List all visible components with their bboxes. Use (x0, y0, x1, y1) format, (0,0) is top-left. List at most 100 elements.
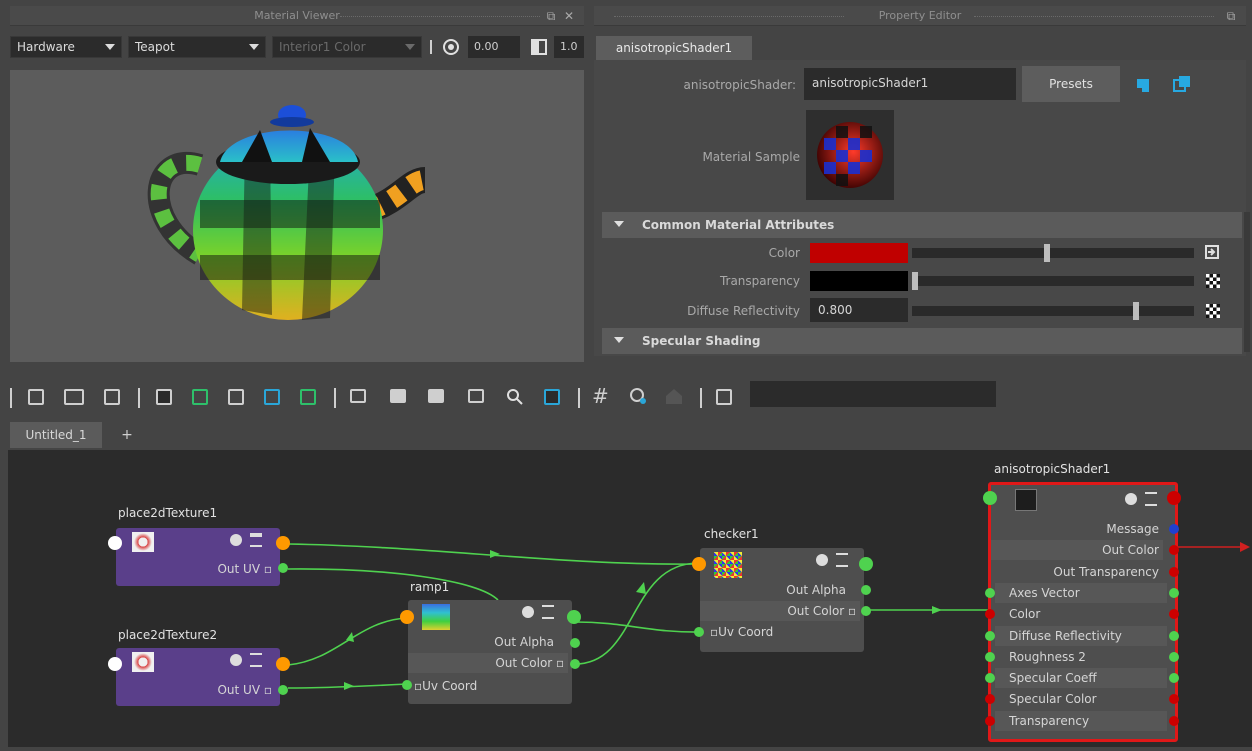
shader-port-diffuse-reflectivity[interactable]: Diffuse Reflectivity (995, 625, 1167, 646)
frame-icon[interactable] (716, 389, 732, 405)
shader-port-color[interactable]: Color (995, 604, 1167, 624)
out-color-output-port[interactable] (861, 606, 871, 616)
full-mode-icon[interactable] (428, 389, 444, 403)
connected-mode-icon[interactable] (390, 389, 406, 403)
snap-icon[interactable] (628, 386, 648, 406)
close-icon[interactable]: ✕ (562, 9, 576, 23)
out-uv-port[interactable]: Out UV ▫ (116, 559, 272, 579)
node-menu-icon[interactable] (542, 605, 554, 619)
transparency-slider-handle[interactable] (912, 272, 918, 290)
gamma-icon[interactable] (530, 38, 548, 56)
tab-untitled-1[interactable]: Untitled_1 (10, 422, 102, 448)
map-texture-icon[interactable] (1206, 304, 1220, 318)
add-tab-button[interactable]: + (114, 422, 140, 448)
tab-anisotropicshader1[interactable]: anisotropicShader1 (596, 36, 752, 60)
transparency-swatch[interactable] (810, 271, 908, 291)
clear-graph-icon[interactable] (300, 389, 316, 405)
simple-mode-icon[interactable] (350, 389, 366, 403)
input-output-connections-icon[interactable] (64, 389, 84, 405)
color-swatch[interactable] (810, 243, 908, 263)
geometry-dropdown[interactable]: Teapot (128, 36, 266, 58)
node-output-port[interactable] (1167, 491, 1181, 505)
diffuse-slider-handle[interactable] (1132, 302, 1139, 320)
node-output-port[interactable] (276, 536, 290, 550)
map-texture-icon[interactable] (1206, 274, 1220, 288)
place2dtexture1-node[interactable]: Out UV ▫ (116, 528, 280, 586)
node-input-port[interactable] (108, 657, 122, 671)
add-selected-icon[interactable] (192, 389, 208, 405)
shader-port-specular-color[interactable]: Specular Color (995, 689, 1167, 709)
custom-mode-icon[interactable] (468, 389, 484, 403)
gamma-field[interactable]: 1.0 (554, 36, 584, 58)
shader-output-port[interactable] (1169, 524, 1179, 534)
shader-input-port[interactable] (1169, 587, 1179, 598)
common-material-attributes-header[interactable]: Common Material Attributes (602, 212, 1242, 238)
node-mode-icon[interactable] (230, 534, 242, 546)
specular-shading-header[interactable]: Specular Shading (602, 328, 1242, 354)
graph-materials-icon[interactable] (156, 389, 172, 405)
uv-coord-input-port[interactable] (402, 680, 412, 690)
node-menu-icon[interactable] (836, 553, 848, 567)
out-alpha-output-port[interactable] (861, 585, 871, 595)
grid-icon[interactable]: # (592, 384, 609, 408)
out-color-port[interactable]: Out Color ▫ (700, 601, 860, 621)
place2dtexture2-node[interactable]: Out UV ▫ (116, 648, 280, 706)
node-input-port[interactable] (983, 491, 997, 505)
shader-output-port[interactable] (1169, 566, 1179, 577)
shader-port-out-color[interactable]: Out Color (991, 540, 1163, 561)
node-mode-icon[interactable] (230, 654, 242, 666)
checker1-node[interactable]: Out Alpha Out Color ▫ ▫Uv Coord (700, 548, 864, 652)
node-graph-canvas[interactable]: place2dTexture1 Out UV ▫ place2dTexture2… (8, 450, 1252, 747)
diffuse-value-field[interactable]: 0.800 (810, 298, 908, 322)
shader-input-port[interactable] (1169, 630, 1179, 641)
node-search-field[interactable] (750, 381, 996, 407)
environment-dropdown[interactable]: Interior1 Color (272, 36, 422, 58)
uv-coord-input-port[interactable] (694, 627, 704, 637)
shader-port-axes-vector[interactable]: Axes Vector (995, 582, 1167, 603)
shader-port-specular-coeff[interactable]: Specular Coeff (995, 668, 1167, 689)
out-alpha-port[interactable]: Out Alpha (700, 580, 846, 600)
out-alpha-output-port[interactable] (570, 638, 580, 648)
out-uv-output-port[interactable] (278, 563, 288, 573)
material-preview-viewport[interactable] (10, 70, 584, 362)
float-panel-icon[interactable]: ⧉ (1224, 9, 1238, 23)
property-editor-scrollbar[interactable] (1244, 212, 1250, 352)
color-slider-handle[interactable] (1044, 244, 1051, 262)
node-mode-icon[interactable] (1125, 493, 1137, 505)
exposure-icon[interactable] (442, 38, 460, 56)
connect-map-icon[interactable] (1204, 243, 1222, 261)
presets-button[interactable]: Presets (1022, 66, 1120, 102)
out-uv-port[interactable]: Out UV ▫ (116, 680, 272, 700)
node-mode-icon[interactable] (522, 606, 534, 618)
shader-port-out-transparency[interactable]: Out Transparency (991, 562, 1163, 582)
ramp1-node[interactable]: Out Alpha Out Color ▫ ▫Uv Coord (408, 600, 572, 704)
anisotropicshader1-node[interactable]: Message Out Color Out Transparency Axes Vec… (988, 482, 1178, 742)
home-icon[interactable] (664, 386, 684, 406)
transparency-slider[interactable] (912, 276, 1194, 286)
shader-port-roughness-2[interactable]: Roughness 2 (995, 647, 1167, 667)
shader-input-port-left[interactable] (985, 715, 995, 726)
out-color-output-port[interactable] (570, 659, 580, 669)
remove-selected-icon[interactable] (228, 389, 244, 405)
out-color-port[interactable]: Out Color ▫ (408, 653, 568, 673)
out-uv-output-port[interactable] (278, 685, 288, 695)
node-output-port[interactable] (276, 657, 290, 671)
focus-node-icon[interactable] (1134, 76, 1152, 94)
color-slider[interactable] (912, 248, 1194, 258)
shader-input-port[interactable] (1169, 715, 1179, 726)
node-input-port[interactable] (692, 557, 706, 571)
shader-port-transparency[interactable]: Transparency (995, 710, 1167, 731)
shader-input-port-left[interactable] (985, 587, 995, 598)
node-output-port[interactable] (567, 610, 581, 624)
node-menu-icon[interactable] (250, 533, 262, 547)
copy-tab-icon[interactable] (1172, 74, 1192, 94)
layout-nodes-icon[interactable] (264, 389, 280, 405)
uv-coord-port[interactable]: ▫Uv Coord (710, 622, 860, 642)
shader-input-port-left[interactable] (985, 630, 995, 641)
renderer-dropdown[interactable]: Hardware (10, 36, 122, 58)
float-panel-icon[interactable]: ⧉ (544, 9, 558, 23)
node-menu-icon[interactable] (250, 653, 262, 667)
search-icon[interactable] (506, 388, 524, 406)
swatch-display-icon[interactable] (544, 389, 560, 405)
shader-name-field[interactable]: anisotropicShader1 (804, 68, 1016, 100)
